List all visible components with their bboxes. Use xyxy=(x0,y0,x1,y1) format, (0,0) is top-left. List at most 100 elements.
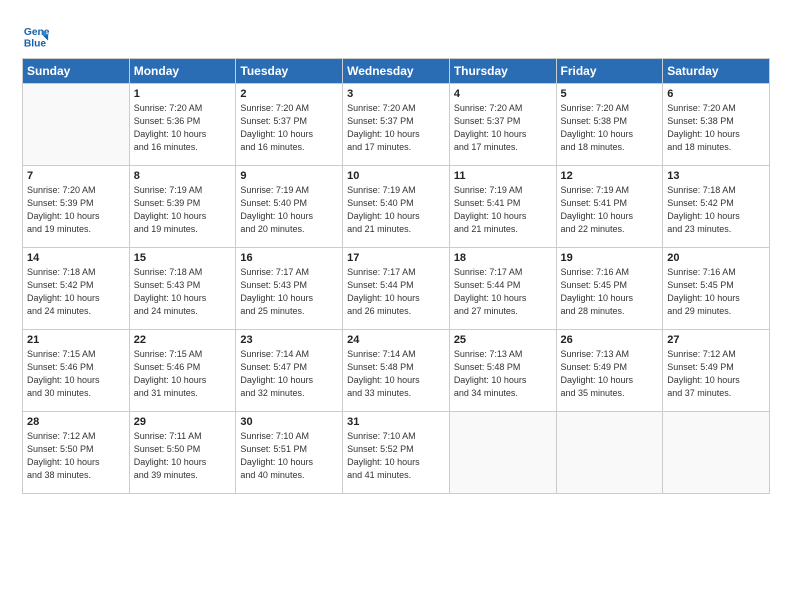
day-number: 20 xyxy=(667,252,765,264)
calendar-cell: 30 Sunrise: 7:10 AM Sunset: 5:51 PM Dayli… xyxy=(236,412,343,494)
calendar-cell: 12 Sunrise: 7:19 AM Sunset: 5:41 PM Dayli… xyxy=(556,166,663,248)
day-info: Sunrise: 7:13 AM Sunset: 5:49 PM Dayligh… xyxy=(561,348,659,400)
calendar-cell xyxy=(449,412,556,494)
calendar-cell: 21 Sunrise: 7:15 AM Sunset: 5:46 PM Dayli… xyxy=(23,330,130,412)
day-number: 10 xyxy=(347,170,445,182)
day-info: Sunrise: 7:13 AM Sunset: 5:48 PM Dayligh… xyxy=(454,348,552,400)
day-info: Sunrise: 7:18 AM Sunset: 5:42 PM Dayligh… xyxy=(27,266,125,318)
weekday-header-thursday: Thursday xyxy=(449,59,556,84)
day-number: 12 xyxy=(561,170,659,182)
day-number: 5 xyxy=(561,88,659,100)
day-number: 21 xyxy=(27,334,125,346)
calendar-cell: 8 Sunrise: 7:19 AM Sunset: 5:39 PM Daylig… xyxy=(129,166,236,248)
day-number: 1 xyxy=(134,88,232,100)
calendar-cell: 14 Sunrise: 7:18 AM Sunset: 5:42 PM Dayli… xyxy=(23,248,130,330)
day-number: 8 xyxy=(134,170,232,182)
calendar-cell: 22 Sunrise: 7:15 AM Sunset: 5:46 PM Dayli… xyxy=(129,330,236,412)
calendar-table: SundayMondayTuesdayWednesdayThursdayFrid… xyxy=(22,58,770,494)
day-info: Sunrise: 7:20 AM Sunset: 5:38 PM Dayligh… xyxy=(667,102,765,154)
day-info: Sunrise: 7:20 AM Sunset: 5:37 PM Dayligh… xyxy=(347,102,445,154)
calendar-cell: 25 Sunrise: 7:13 AM Sunset: 5:48 PM Dayli… xyxy=(449,330,556,412)
day-number: 24 xyxy=(347,334,445,346)
calendar-cell: 28Sunrise: 7:12 AM Sunset: 5:50 PM Dayli… xyxy=(23,412,130,494)
week-row-5: 28Sunrise: 7:12 AM Sunset: 5:50 PM Dayli… xyxy=(23,412,770,494)
day-info: Sunrise: 7:20 AM Sunset: 5:37 PM Dayligh… xyxy=(454,102,552,154)
day-info: Sunrise: 7:15 AM Sunset: 5:46 PM Dayligh… xyxy=(134,348,232,400)
calendar-cell: 15 Sunrise: 7:18 AM Sunset: 5:43 PM Dayli… xyxy=(129,248,236,330)
day-info: Sunrise: 7:19 AM Sunset: 5:40 PM Dayligh… xyxy=(240,184,338,236)
day-info: Sunrise: 7:20 AM Sunset: 5:38 PM Dayligh… xyxy=(561,102,659,154)
day-number: 3 xyxy=(347,88,445,100)
day-info: Sunrise: 7:20 AM Sunset: 5:36 PM Dayligh… xyxy=(134,102,232,154)
calendar-cell: 31Sunrise: 7:10 AM Sunset: 5:52 PM Dayli… xyxy=(343,412,450,494)
day-info: Sunrise: 7:20 AM Sunset: 5:37 PM Dayligh… xyxy=(240,102,338,154)
calendar-cell: 4 Sunrise: 7:20 AM Sunset: 5:37 PM Daylig… xyxy=(449,84,556,166)
day-number: 18 xyxy=(454,252,552,264)
calendar-cell: 19Sunrise: 7:16 AM Sunset: 5:45 PM Dayli… xyxy=(556,248,663,330)
calendar-cell: 18 Sunrise: 7:17 AM Sunset: 5:44 PM Dayli… xyxy=(449,248,556,330)
day-info: Sunrise: 7:10 AM Sunset: 5:51 PM Dayligh… xyxy=(240,430,338,482)
day-info: Sunrise: 7:19 AM Sunset: 5:41 PM Dayligh… xyxy=(561,184,659,236)
day-info: Sunrise: 7:19 AM Sunset: 5:40 PM Dayligh… xyxy=(347,184,445,236)
calendar-cell: 24Sunrise: 7:14 AM Sunset: 5:48 PM Dayli… xyxy=(343,330,450,412)
day-info: Sunrise: 7:19 AM Sunset: 5:39 PM Dayligh… xyxy=(134,184,232,236)
day-number: 30 xyxy=(240,416,338,428)
day-info: Sunrise: 7:16 AM Sunset: 5:45 PM Dayligh… xyxy=(561,266,659,318)
day-info: Sunrise: 7:16 AM Sunset: 5:45 PM Dayligh… xyxy=(667,266,765,318)
day-info: Sunrise: 7:14 AM Sunset: 5:47 PM Dayligh… xyxy=(240,348,338,400)
day-info: Sunrise: 7:18 AM Sunset: 5:42 PM Dayligh… xyxy=(667,184,765,236)
day-number: 15 xyxy=(134,252,232,264)
day-info: Sunrise: 7:17 AM Sunset: 5:44 PM Dayligh… xyxy=(347,266,445,318)
calendar-cell: 1 Sunrise: 7:20 AM Sunset: 5:36 PM Daylig… xyxy=(129,84,236,166)
calendar-cell xyxy=(663,412,770,494)
calendar-cell: 3 Sunrise: 7:20 AM Sunset: 5:37 PM Daylig… xyxy=(343,84,450,166)
calendar-cell: 6 Sunrise: 7:20 AM Sunset: 5:38 PM Daylig… xyxy=(663,84,770,166)
day-info: Sunrise: 7:15 AM Sunset: 5:46 PM Dayligh… xyxy=(27,348,125,400)
calendar-cell: 9 Sunrise: 7:19 AM Sunset: 5:40 PM Daylig… xyxy=(236,166,343,248)
day-info: Sunrise: 7:12 AM Sunset: 5:49 PM Dayligh… xyxy=(667,348,765,400)
weekday-header-saturday: Saturday xyxy=(663,59,770,84)
calendar-cell: 5 Sunrise: 7:20 AM Sunset: 5:38 PM Daylig… xyxy=(556,84,663,166)
day-info: Sunrise: 7:17 AM Sunset: 5:44 PM Dayligh… xyxy=(454,266,552,318)
week-row-2: 7 Sunrise: 7:20 AM Sunset: 5:39 PM Daylig… xyxy=(23,166,770,248)
day-info: Sunrise: 7:20 AM Sunset: 5:39 PM Dayligh… xyxy=(27,184,125,236)
day-number: 14 xyxy=(27,252,125,264)
calendar-cell: 7 Sunrise: 7:20 AM Sunset: 5:39 PM Daylig… xyxy=(23,166,130,248)
day-number: 17 xyxy=(347,252,445,264)
weekday-header-tuesday: Tuesday xyxy=(236,59,343,84)
calendar-cell: 10 Sunrise: 7:19 AM Sunset: 5:40 PM Dayli… xyxy=(343,166,450,248)
day-info: Sunrise: 7:11 AM Sunset: 5:50 PM Dayligh… xyxy=(134,430,232,482)
day-number: 4 xyxy=(454,88,552,100)
calendar-cell: 29 Sunrise: 7:11 AM Sunset: 5:50 PM Dayli… xyxy=(129,412,236,494)
day-number: 23 xyxy=(240,334,338,346)
day-number: 25 xyxy=(454,334,552,346)
day-number: 9 xyxy=(240,170,338,182)
calendar-cell: 2 Sunrise: 7:20 AM Sunset: 5:37 PM Daylig… xyxy=(236,84,343,166)
day-number: 22 xyxy=(134,334,232,346)
day-number: 29 xyxy=(134,416,232,428)
weekday-header-sunday: Sunday xyxy=(23,59,130,84)
svg-text:Blue: Blue xyxy=(24,38,47,49)
week-row-3: 14 Sunrise: 7:18 AM Sunset: 5:42 PM Dayli… xyxy=(23,248,770,330)
day-number: 13 xyxy=(667,170,765,182)
logo: General Blue xyxy=(22,22,50,50)
weekday-header-wednesday: Wednesday xyxy=(343,59,450,84)
day-number: 6 xyxy=(667,88,765,100)
calendar-cell: 26Sunrise: 7:13 AM Sunset: 5:49 PM Dayli… xyxy=(556,330,663,412)
weekday-header-monday: Monday xyxy=(129,59,236,84)
calendar-cell: 13 Sunrise: 7:18 AM Sunset: 5:42 PM Dayli… xyxy=(663,166,770,248)
calendar-cell: 20 Sunrise: 7:16 AM Sunset: 5:45 PM Dayli… xyxy=(663,248,770,330)
page: General Blue SundayMondayTuesdayWednesda… xyxy=(0,0,792,508)
week-row-4: 21 Sunrise: 7:15 AM Sunset: 5:46 PM Dayli… xyxy=(23,330,770,412)
day-number: 2 xyxy=(240,88,338,100)
calendar-cell xyxy=(556,412,663,494)
calendar-cell: 11Sunrise: 7:19 AM Sunset: 5:41 PM Dayli… xyxy=(449,166,556,248)
day-info: Sunrise: 7:18 AM Sunset: 5:43 PM Dayligh… xyxy=(134,266,232,318)
day-number: 28 xyxy=(27,416,125,428)
day-info: Sunrise: 7:10 AM Sunset: 5:52 PM Dayligh… xyxy=(347,430,445,482)
day-number: 27 xyxy=(667,334,765,346)
logo-icon: General Blue xyxy=(22,22,50,50)
calendar-cell: 23 Sunrise: 7:14 AM Sunset: 5:47 PM Dayli… xyxy=(236,330,343,412)
day-info: Sunrise: 7:19 AM Sunset: 5:41 PM Dayligh… xyxy=(454,184,552,236)
day-number: 7 xyxy=(27,170,125,182)
